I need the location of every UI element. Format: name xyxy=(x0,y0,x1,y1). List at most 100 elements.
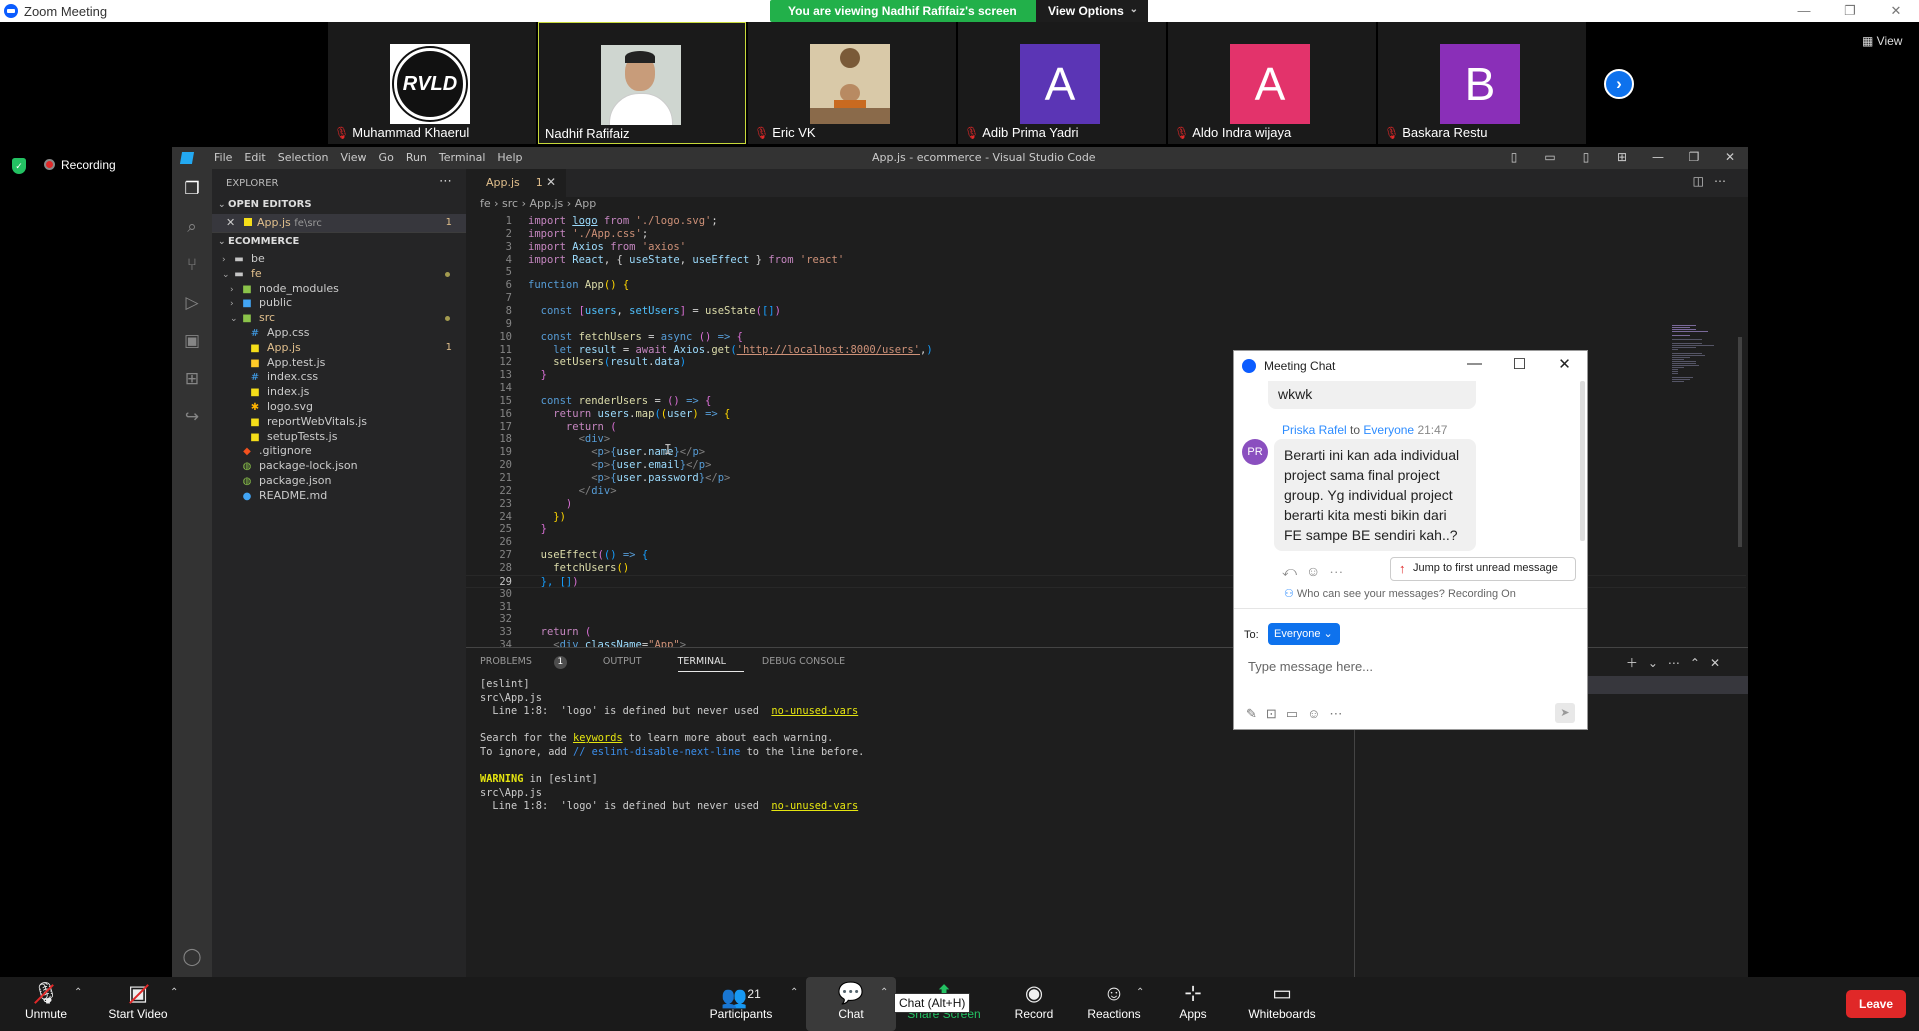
chat-close-icon[interactable]: ✕ xyxy=(1542,353,1587,373)
vscode-restore-icon[interactable]: ❐ xyxy=(1676,147,1712,169)
format-icon[interactable]: ✎ xyxy=(1246,706,1266,721)
tree-item-readme-md[interactable]: ● README.md xyxy=(212,487,466,505)
workspace-section[interactable]: ⌄ ECOMMERCE xyxy=(212,232,466,250)
privacy-note[interactable]: ⚇ Who can see your messages? Recording O… xyxy=(1284,587,1516,600)
menu-edit[interactable]: Edit xyxy=(238,151,271,164)
audio-options-caret[interactable]: ⌃ xyxy=(74,987,82,998)
recording-indicator[interactable]: Recording xyxy=(44,158,116,172)
vscode-minimize-icon[interactable]: — xyxy=(1640,147,1676,169)
close-editor-icon[interactable]: ✕ xyxy=(226,214,244,232)
send-button[interactable]: ➤ xyxy=(1555,703,1575,723)
whiteboards-button[interactable]: ▭ Whiteboards xyxy=(1244,981,1320,1021)
vscode-close-icon[interactable]: ✕ xyxy=(1712,147,1748,169)
chat-minimize-icon[interactable]: — xyxy=(1452,353,1497,373)
explorer-icon[interactable]: ❐ xyxy=(180,177,204,201)
chat-message-input[interactable] xyxy=(1248,655,1568,677)
add-reaction-icon[interactable]: ☺ xyxy=(1306,563,1329,579)
restore-icon[interactable]: ❐ xyxy=(1827,0,1873,22)
terminal-output[interactable]: [eslint] src\App.js Line 1:8: 'logo' is d… xyxy=(480,678,1350,814)
reactions-button[interactable]: ☺ Reactions xyxy=(1084,981,1144,1021)
chat-scrollbar[interactable] xyxy=(1580,381,1585,541)
live-share-icon[interactable]: ↪ xyxy=(180,405,204,429)
menu-run[interactable]: Run xyxy=(400,151,433,164)
recipient-select[interactable]: Everyone ⌄ xyxy=(1268,623,1340,645)
participants-button[interactable]: 👥21 Participants xyxy=(702,981,780,1021)
minimap-line xyxy=(1672,343,1702,344)
participant-name: Adib Prima Yadri xyxy=(982,125,1079,140)
toggle-secondary-sidebar-icon[interactable]: ▯ xyxy=(1568,147,1604,169)
close-panel-icon[interactable]: ✕ xyxy=(1710,656,1730,670)
breadcrumb-item[interactable]: App xyxy=(575,197,597,210)
participant-tile[interactable]: Nadhif Rafifaiz xyxy=(538,22,746,144)
chat-maximize-icon[interactable]: ☐ xyxy=(1497,353,1542,373)
toggle-sidebar-icon[interactable]: ▯ xyxy=(1496,147,1532,169)
apps-button[interactable]: ⊹ Apps xyxy=(1172,981,1214,1021)
menu-view[interactable]: View xyxy=(334,151,372,164)
file-icon[interactable]: ▭ xyxy=(1286,706,1307,721)
split-editor-icon[interactable]: ◫ xyxy=(1693,174,1714,188)
panel-tab-output[interactable]: OUTPUT xyxy=(603,656,660,672)
breadcrumb-item[interactable]: src xyxy=(502,197,518,210)
participant-tile[interactable]: B 🎙 Baskara Restu xyxy=(1378,22,1586,144)
panel-tab-problems[interactable]: PROBLEMS 1 xyxy=(480,656,585,672)
record-button[interactable]: ◉ Record xyxy=(1008,981,1060,1021)
run-debug-icon[interactable]: ▷ xyxy=(180,291,204,315)
menu-file[interactable]: File xyxy=(208,151,238,164)
panel-more-icon[interactable]: ⋯ xyxy=(1668,656,1690,670)
source-control-icon[interactable]: ⑂ xyxy=(180,253,204,277)
search-icon[interactable]: ⌕ xyxy=(180,215,204,239)
maximize-panel-icon[interactable]: ⌃ xyxy=(1690,656,1710,670)
more-actions-icon[interactable]: ⋯ xyxy=(439,174,452,189)
editor-scrollbar[interactable] xyxy=(1738,337,1742,547)
reply-icon[interactable]: ⤺ xyxy=(1282,563,1306,579)
next-page-button[interactable]: › xyxy=(1604,69,1634,99)
panel-tab-terminal[interactable]: TERMINAL xyxy=(677,656,744,672)
chat-button[interactable]: 💬 Chat xyxy=(812,981,890,1021)
line-number: 6 xyxy=(505,279,512,292)
tab-close-icon[interactable]: ✕ xyxy=(546,175,556,189)
sender-name[interactable]: Priska Rafel xyxy=(1282,423,1347,437)
screenshot-icon[interactable]: ⊡ xyxy=(1266,706,1286,721)
open-editors-section[interactable]: ⌄ OPEN EDITORS xyxy=(212,196,466,214)
customize-layout-icon[interactable]: ⊞ xyxy=(1604,147,1640,169)
close-icon[interactable]: ✕ xyxy=(1873,0,1919,22)
participant-tile[interactable]: A 🎙 Aldo Indra wijaya xyxy=(1168,22,1376,144)
menu-terminal[interactable]: Terminal xyxy=(433,151,492,164)
breadcrumb-item[interactable]: fe xyxy=(480,197,491,210)
code-token: </ xyxy=(686,459,699,472)
remote-explorer-icon[interactable]: ▣ xyxy=(180,329,204,353)
view-options-button[interactable]: View Options ⌄ xyxy=(1036,0,1148,22)
editor-more-icon[interactable]: ⋯ xyxy=(1714,174,1736,188)
jump-to-unread-button[interactable]: ↑ Jump to first unread message xyxy=(1390,557,1576,581)
participants-options-caret[interactable]: ⌃ xyxy=(790,987,798,998)
view-button[interactable]: ▦ View xyxy=(1862,34,1902,48)
open-editor-path: fe\src xyxy=(294,218,322,229)
new-terminal-icon[interactable]: ＋⌄ xyxy=(1626,656,1668,670)
emoji-icon[interactable]: ☺ xyxy=(1307,706,1329,721)
reactions-options-caret[interactable]: ⌃ xyxy=(1136,987,1144,998)
toggle-panel-icon[interactable]: ▭ xyxy=(1532,147,1568,169)
minimize-icon[interactable]: — xyxy=(1781,0,1827,22)
video-options-caret[interactable]: ⌃ xyxy=(170,987,178,998)
view-options-label: View Options xyxy=(1048,4,1124,18)
participant-tile[interactable]: RVLD 🎙 Muhammad Khaerul xyxy=(328,22,536,144)
chat-more-icon[interactable]: ⋯ xyxy=(1329,706,1351,721)
menu-selection[interactable]: Selection xyxy=(272,151,335,164)
accounts-icon[interactable]: ◯ xyxy=(180,945,204,969)
chat-options-caret[interactable]: ⌃ xyxy=(880,987,888,998)
menu-go[interactable]: Go xyxy=(373,151,400,164)
participant-tile[interactable]: 🎙 Eric VK xyxy=(748,22,956,144)
minimap[interactable] xyxy=(1672,325,1732,385)
breadcrumb-item[interactable]: App.js xyxy=(530,197,564,210)
message-more-icon[interactable]: ⋯ xyxy=(1329,563,1352,579)
menu-help[interactable]: Help xyxy=(491,151,528,164)
unmute-button[interactable]: 🎙 Unmute xyxy=(18,981,74,1021)
leave-button[interactable]: Leave xyxy=(1846,990,1906,1018)
panel-tab-debug-console[interactable]: DEBUG CONSOLE xyxy=(762,656,863,672)
start-video-button[interactable]: ▣ Start Video xyxy=(102,981,174,1021)
editor-tab-appjs[interactable]: App.js 1 ✕ xyxy=(466,169,566,197)
extensions-icon[interactable]: ⊞ xyxy=(180,367,204,391)
open-editor-item[interactable]: ✕ App.js fe\src 1 xyxy=(212,214,466,232)
security-shield-icon[interactable]: ✓ xyxy=(12,158,26,174)
participant-tile[interactable]: A 🎙 Adib Prima Yadri xyxy=(958,22,1166,144)
